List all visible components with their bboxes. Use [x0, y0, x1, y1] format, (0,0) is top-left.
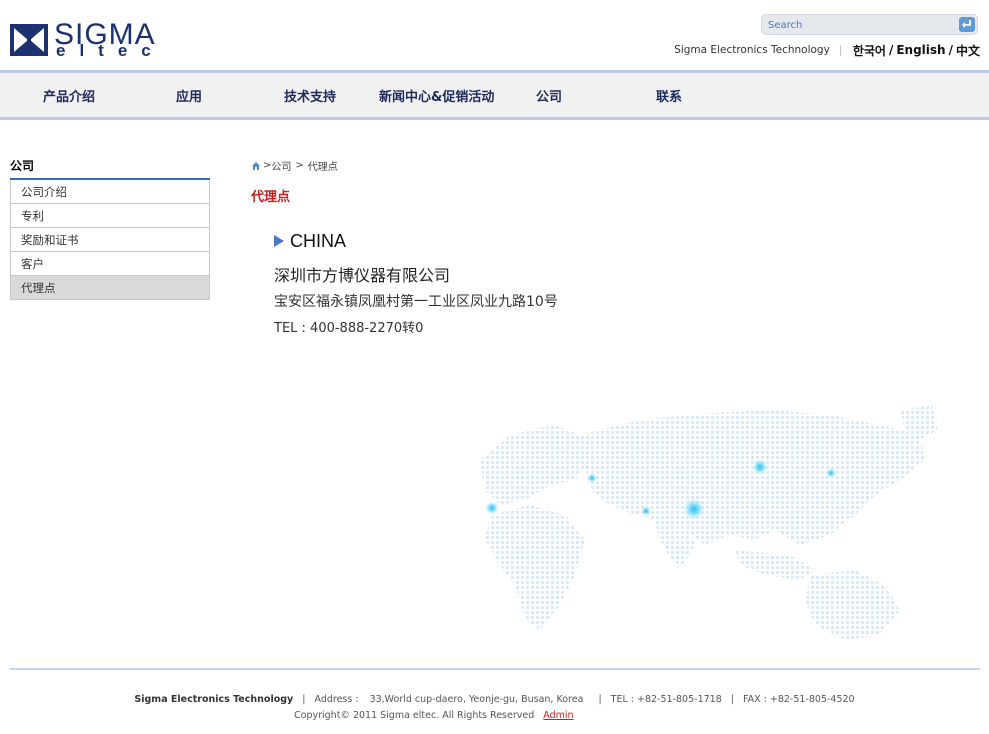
logo-text-eltec: eltec [56, 41, 165, 60]
sidebar-title: 公司 [10, 159, 35, 173]
agent-street-address: 宝安区福永镇凤凰村第一工业区凤业九路10号 [274, 294, 558, 310]
footer-info: Sigma Electronics Technology | Address :… [0, 694, 989, 705]
footer-separator: | [598, 694, 602, 705]
top-links: Sigma Electronics Technology 한국어 / Engli… [674, 42, 980, 58]
admin-link[interactable]: Admin [543, 710, 573, 721]
footer-tel: TEL : +82-51-805-1718 [610, 694, 722, 705]
footer-separator: | [730, 694, 734, 705]
enter-arrow-icon [962, 20, 971, 28]
lang-english[interactable]: English [896, 43, 945, 57]
sigma-eltec-logo[interactable]: SIGMA eltec [10, 18, 184, 60]
main-nav: 产品介绍 应用 技术支持 新闻中心&促销活动 公司 联系 [0, 70, 989, 120]
nav-item-company[interactable]: 公司 [536, 86, 562, 105]
sidebar-menu: 公司介绍 专利 奖励和证书 客户 代理点 [10, 180, 210, 300]
sidebar-item-agents[interactable]: 代理点 [10, 276, 210, 300]
country-heading: CHINA [274, 230, 558, 252]
nav-item-news[interactable]: 新闻中心&促销活动 [379, 86, 494, 105]
triangle-bullet-icon [274, 235, 284, 247]
footer-fax: FAX : +82-51-805-4520 [743, 694, 855, 705]
breadcrumb: > 公司 > 代理点 [251, 158, 338, 173]
footer-copyright: Copyright© 2011 Sigma eltec. All Rights … [294, 710, 535, 721]
footer-divider [10, 668, 980, 670]
footer-address-label: Address : [314, 694, 359, 705]
agent-company-name: 深圳市方博仪器有限公司 [274, 266, 451, 285]
sidebar-item-intro[interactable]: 公司介绍 [10, 180, 210, 204]
nav-item-products[interactable]: 产品介绍 [43, 86, 95, 105]
breadcrumb-separator: > [295, 160, 304, 171]
sidebar-item-awards[interactable]: 奖励和证书 [10, 228, 210, 252]
search-input[interactable] [768, 17, 953, 33]
nav-item-applications[interactable]: 应用 [176, 86, 202, 105]
search-box [761, 14, 978, 35]
company-link[interactable]: Sigma Electronics Technology [674, 44, 830, 56]
footer-copyright-line: Copyright© 2011 Sigma eltec. All Rights … [294, 710, 574, 721]
home-icon[interactable] [251, 161, 261, 171]
lang-separator: / [948, 43, 953, 57]
logo-mark-icon [10, 24, 48, 56]
breadcrumb-item-company[interactable]: 公司 [271, 158, 291, 173]
search-submit-button[interactable] [959, 17, 975, 32]
lang-separator: / [888, 43, 894, 57]
lang-chinese[interactable]: 中文 [956, 42, 980, 59]
page-title: 代理点 [251, 190, 291, 205]
world-map-image [480, 405, 938, 640]
footer-address: 33,World cup-daero, Yeonje-gu, Busan, Ko… [369, 694, 584, 705]
footer-separator: | [302, 694, 306, 705]
sidebar-item-patents[interactable]: 专利 [10, 204, 210, 228]
agent-address: CHINA 深圳市方博仪器有限公司 宝安区福永镇凤凰村第一工业区凤业九路10号 … [274, 230, 558, 336]
agent-telephone: TEL : 400-888-2270转0 [274, 321, 424, 336]
breadcrumb-item-agents: 代理点 [307, 162, 338, 173]
nav-item-contact[interactable]: 联系 [656, 86, 682, 105]
breadcrumb-separator: > [263, 160, 272, 171]
country-name: CHINA [290, 230, 347, 251]
divider [839, 44, 841, 56]
footer-company: Sigma Electronics Technology [134, 694, 294, 705]
lang-korean[interactable]: 한국어 [853, 42, 886, 59]
sidebar-item-customers[interactable]: 客户 [10, 252, 210, 276]
nav-item-support[interactable]: 技术支持 [284, 86, 336, 105]
